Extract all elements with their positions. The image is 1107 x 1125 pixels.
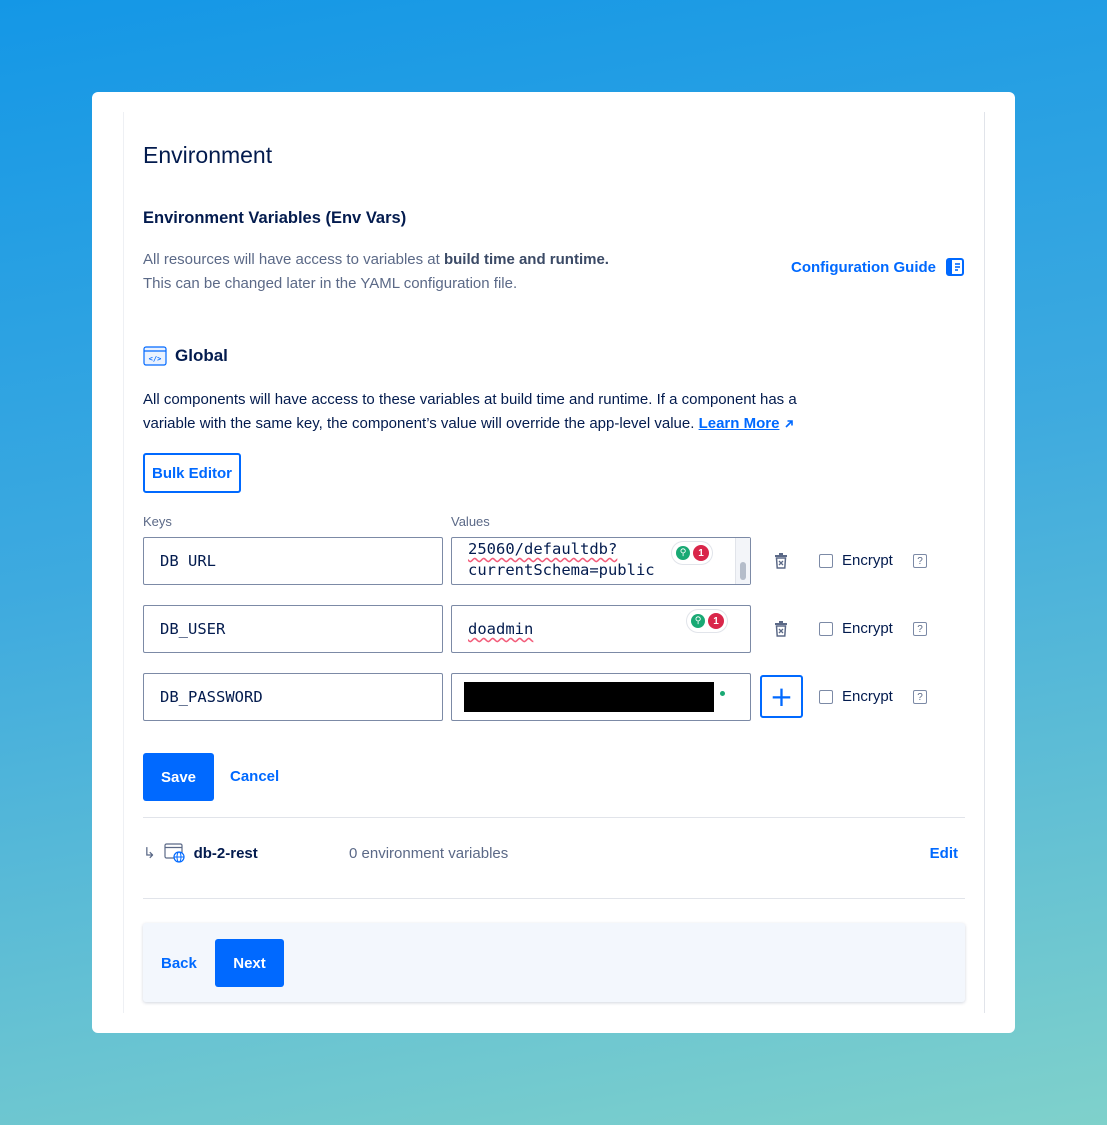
help-icon[interactable]: ? <box>913 622 927 636</box>
learn-more-link[interactable]: Learn More <box>699 415 780 432</box>
page-title: Environment <box>143 142 273 168</box>
svg-text:</>: </> <box>149 355 162 363</box>
save-button[interactable]: Save <box>143 753 214 801</box>
section-description: All resources will have access to variab… <box>143 248 609 296</box>
encrypt-checkbox[interactable] <box>819 621 833 636</box>
env-value-text: doadmin <box>468 620 534 638</box>
sub-arrow-icon: ↳ <box>143 844 156 862</box>
encrypt-label: Encrypt <box>842 688 893 705</box>
keys-header: Keys <box>143 514 172 529</box>
divider <box>143 817 965 818</box>
bulk-editor-button[interactable]: Bulk Editor <box>143 453 241 493</box>
help-icon[interactable]: ? <box>913 690 927 704</box>
password-manager-badge[interactable]: ⚲ 1 <box>672 542 712 564</box>
env-key-input[interactable]: DB_PASSWORD <box>143 673 443 721</box>
description-line2: This can be changed later in the YAML co… <box>143 275 518 292</box>
encrypt-label: Encrypt <box>842 620 893 637</box>
env-value-text: 25060/defaultdb? currentSchema=public <box>468 539 655 581</box>
env-value-input[interactable]: doadmin ⚲ 1 <box>451 605 751 653</box>
cancel-button[interactable]: Cancel <box>230 768 279 785</box>
next-button[interactable]: Next <box>215 939 284 987</box>
divider <box>143 898 965 899</box>
notification-count: 1 <box>708 613 724 629</box>
section-subtitle: Environment Variables (Env Vars) <box>143 209 407 227</box>
env-value-input[interactable] <box>451 673 751 721</box>
encrypt-label: Encrypt <box>842 552 893 569</box>
redacted-value <box>464 682 714 712</box>
description-line1-bold: build time and runtime. <box>443 251 609 268</box>
encrypt-checkbox[interactable] <box>819 553 833 568</box>
environment-card: Environment Environment Variables (Env V… <box>92 92 1015 1033</box>
env-value-line2: currentSchema=public <box>468 561 655 579</box>
environment-panel: Environment Environment Variables (Env V… <box>123 112 985 1013</box>
key-icon: ⚲ <box>691 614 705 628</box>
env-key-input[interactable]: DB URL <box>143 537 443 585</box>
help-icon[interactable]: ? <box>913 554 927 568</box>
values-header: Values <box>451 514 490 529</box>
encrypt-checkbox[interactable] <box>819 689 833 704</box>
global-title: Global <box>175 346 228 365</box>
scrollbar[interactable] <box>735 538 750 584</box>
encrypt-option[interactable]: Encrypt <box>819 688 893 705</box>
encrypt-option[interactable]: Encrypt <box>819 552 893 569</box>
status-dot <box>720 691 725 696</box>
back-button[interactable]: Back <box>161 955 197 972</box>
description-line1: All resources will have access to variab… <box>143 251 444 268</box>
configuration-guide-link[interactable]: Configuration Guide <box>791 258 964 276</box>
edit-component-link[interactable]: Edit <box>930 845 958 862</box>
notification-count: 1 <box>693 545 709 561</box>
component-row: ↳ db-2-rest <box>143 843 258 863</box>
component-name: db-2-rest <box>193 844 258 862</box>
key-icon: ⚲ <box>676 546 690 560</box>
web-component-icon <box>163 843 185 863</box>
trash-icon[interactable] <box>774 621 788 637</box>
code-window-icon: </> <box>143 346 167 366</box>
encrypt-option[interactable]: Encrypt <box>819 620 893 637</box>
wizard-footer: Back Next <box>143 923 965 1002</box>
env-value-line1: 25060/defaultdb? <box>468 540 618 558</box>
configuration-guide-label: Configuration Guide <box>791 258 936 276</box>
add-variable-button[interactable]: + <box>760 675 803 718</box>
global-description: All components will have access to these… <box>143 388 843 436</box>
plus-icon: + <box>769 679 794 713</box>
password-manager-badge[interactable]: ⚲ 1 <box>687 610 727 632</box>
component-var-count: 0 environment variables <box>349 845 509 862</box>
global-heading: </> Global <box>143 346 228 366</box>
learn-more-label: Learn More <box>698 415 780 432</box>
external-link-icon <box>785 420 793 428</box>
scrollbar-thumb[interactable] <box>740 562 746 580</box>
env-key-input[interactable]: DB_USER <box>143 605 443 653</box>
trash-icon[interactable] <box>774 553 788 569</box>
env-value-input[interactable]: 25060/defaultdb? currentSchema=public ⚲ … <box>451 537 751 585</box>
book-icon <box>946 258 964 276</box>
